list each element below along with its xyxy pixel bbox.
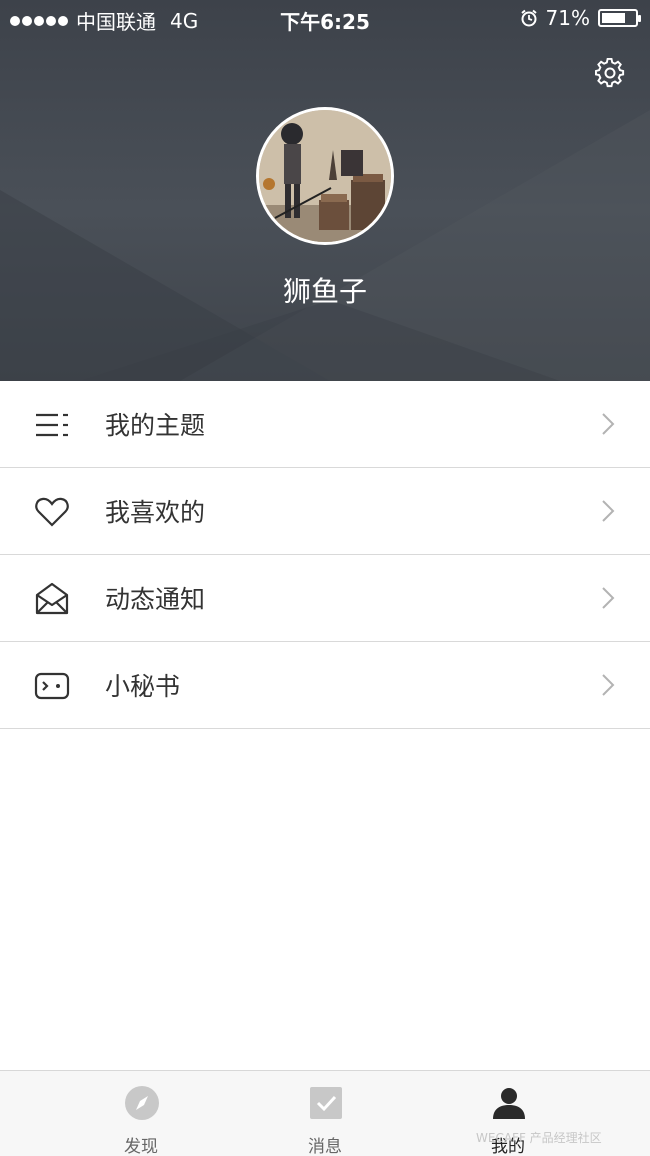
checkbox-icon	[310, 1087, 342, 1119]
list-icon	[36, 413, 68, 437]
chevron-right-icon	[602, 413, 615, 435]
tab-label: 发现	[124, 1137, 158, 1156]
tab-discover[interactable]: 发现	[86, 1071, 196, 1156]
alarm-icon	[520, 9, 537, 27]
watermark: WECAFF 产品经理社区	[476, 1131, 602, 1145]
avatar[interactable]	[256, 107, 394, 245]
menu-item-label: 动态通知	[105, 585, 206, 614]
chevron-right-icon	[602, 500, 615, 522]
battery-icon	[598, 9, 641, 27]
menu-item-label: 我喜欢的	[105, 498, 206, 527]
tab-messages[interactable]: 消息	[270, 1071, 380, 1156]
user-icon	[493, 1088, 525, 1119]
assistant-icon	[34, 672, 70, 700]
profile-menu: 我的主题 我喜欢的 动态通知 小秘书	[0, 381, 650, 729]
menu-item-label: 我的主题	[105, 411, 206, 440]
menu-item-label: 小秘书	[105, 672, 181, 701]
gear-icon[interactable]	[595, 58, 625, 88]
menu-item-my-topics[interactable]: 我的主题	[0, 381, 650, 468]
battery-percent: 71%	[545, 6, 590, 30]
heart-icon	[35, 497, 69, 527]
menu-item-notifications[interactable]: 动态通知	[0, 555, 650, 642]
avatar-illustration	[259, 110, 391, 242]
profile-header: 中国联通 4G 下午6:25 71% 狮鱼子	[0, 0, 650, 381]
tab-label: 消息	[308, 1137, 342, 1156]
menu-item-assistant[interactable]: 小秘书	[0, 642, 650, 729]
envelope-open-icon	[35, 582, 69, 615]
compass-icon	[125, 1086, 159, 1120]
chevron-right-icon	[602, 674, 615, 696]
status-bar: 中国联通 4G 下午6:25 71%	[0, 0, 650, 36]
menu-item-my-likes[interactable]: 我喜欢的	[0, 468, 650, 555]
username: 狮鱼子	[282, 275, 367, 308]
chevron-right-icon	[602, 587, 615, 609]
